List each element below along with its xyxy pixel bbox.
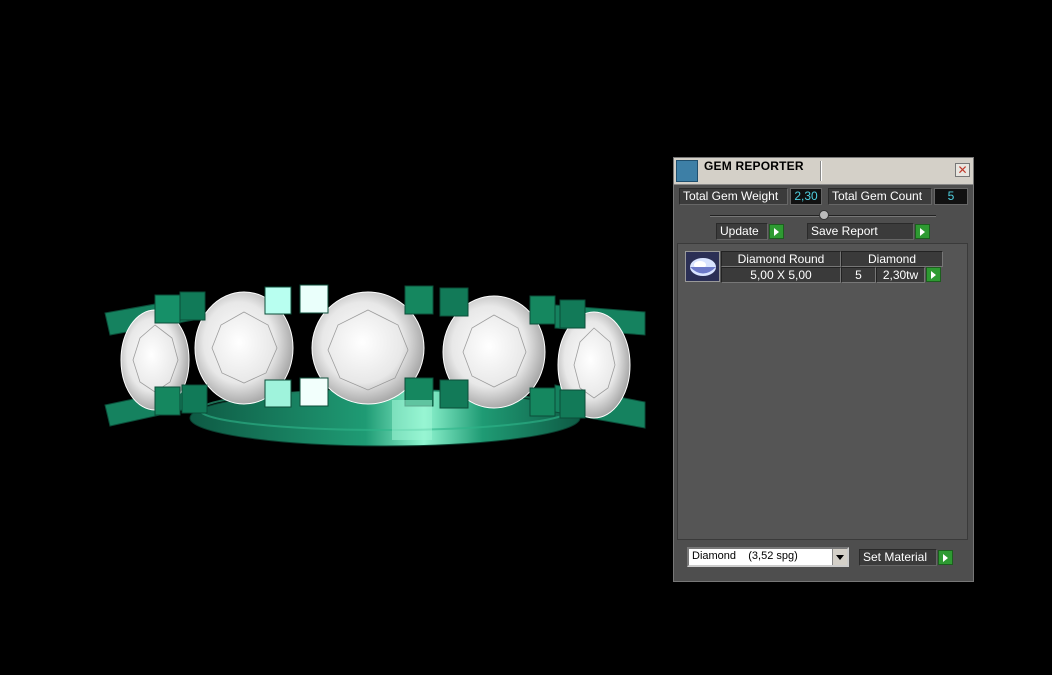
panel-titlebar[interactable]: GEM REPORTER ✕ <box>674 158 973 185</box>
material-select-value: Diamond (3,52 spg) <box>692 550 798 562</box>
gem-material-cell: Diamond <box>841 251 943 267</box>
gem-size-cell: 5,00 X 5,00 <box>721 267 841 283</box>
total-gem-weight-label: Total Gem Weight <box>679 188 788 205</box>
close-button[interactable]: ✕ <box>955 163 970 177</box>
material-select[interactable]: Diamond (3,52 spg) <box>687 547 849 567</box>
save-report-arrow-icon[interactable] <box>915 224 930 239</box>
gem-shape-cell: Diamond Round <box>721 251 841 267</box>
gem-reporter-panel: GEM REPORTER ✕ Total Gem Weight 2,30 Tot… <box>673 157 974 582</box>
gem-row-arrow-icon[interactable] <box>926 267 941 282</box>
set-material-button[interactable]: Set Material <box>859 549 937 566</box>
update-arrow-icon[interactable] <box>769 224 784 239</box>
diamond-thumbnail-icon[interactable] <box>685 251 720 282</box>
save-report-button[interactable]: Save Report <box>807 223 914 240</box>
set-material-arrow-icon[interactable] <box>938 550 953 565</box>
total-gem-count-label: Total Gem Count <box>828 188 932 205</box>
update-button[interactable]: Update <box>716 223 768 240</box>
total-gem-count-value: 5 <box>934 188 968 205</box>
title-separator <box>820 161 822 181</box>
slider-knob[interactable] <box>819 210 829 220</box>
gem-count-cell: 5 <box>841 267 876 283</box>
gem-weight-cell: 2,30tw <box>876 267 925 283</box>
ring-model <box>104 284 646 447</box>
gem-list[interactable]: Diamond Round Diamond 5,00 X 5,00 5 2,30… <box>677 243 968 540</box>
gem-reporter-icon <box>676 160 698 182</box>
total-gem-weight-value: 2,30 <box>790 188 822 205</box>
chevron-down-icon[interactable] <box>832 549 847 565</box>
panel-title: GEM REPORTER <box>704 159 804 173</box>
